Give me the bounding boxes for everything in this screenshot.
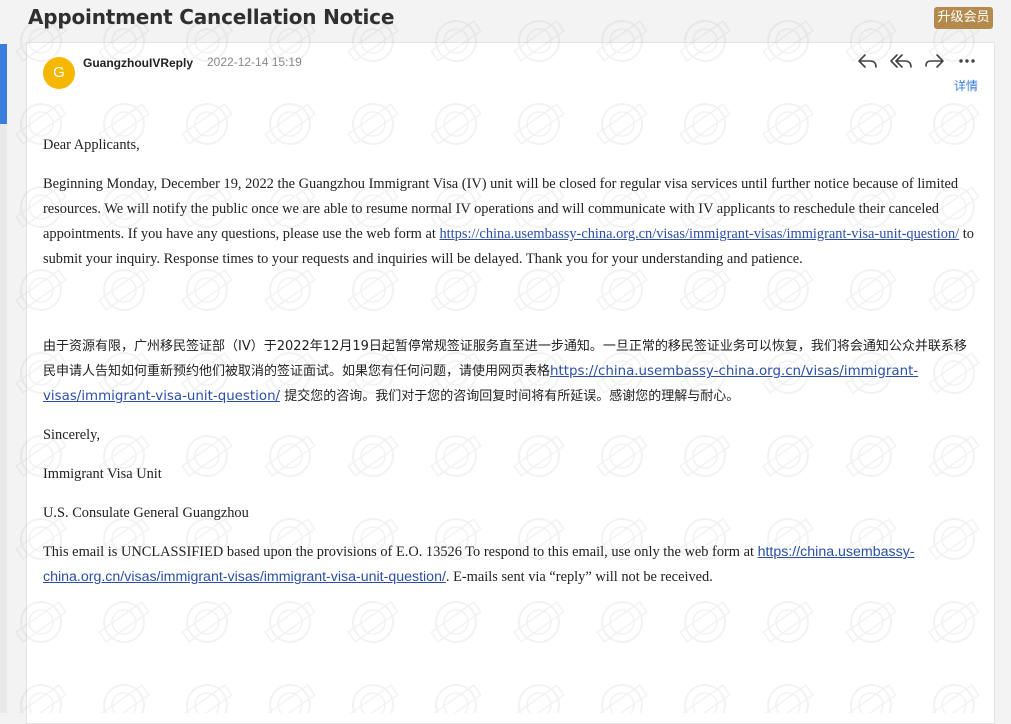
- email-actions: [857, 51, 978, 71]
- left-accent-bar: [0, 44, 7, 124]
- signature-consulate: U.S. Consulate General Guangzhou: [43, 505, 249, 521]
- more-icon[interactable]: [956, 51, 978, 71]
- email-card: G GuangzhouIVReply 2022-12-14 15:19 详情 D…: [26, 42, 995, 724]
- reply-all-icon[interactable]: [890, 51, 912, 71]
- reply-icon[interactable]: [857, 51, 879, 71]
- email-subject: Appointment Cancellation Notice: [28, 5, 395, 29]
- title-bar: Appointment Cancellation Notice 升级会员: [0, 0, 1011, 40]
- greeting: Dear Applicants,: [43, 137, 140, 153]
- chinese-paragraph: 由于资源有限，广州移民签证部（IV）于2022年12月19日起暂停常规签证服务直…: [43, 339, 967, 404]
- closing: Sincerely,: [43, 427, 101, 443]
- avatar: G: [43, 57, 75, 89]
- upgrade-membership-button[interactable]: 升级会员: [934, 7, 993, 29]
- email-date: 2022-12-14 15:19: [207, 55, 302, 69]
- sender-name[interactable]: GuangzhouIVReply: [83, 56, 193, 70]
- signature-unit: Immigrant Visa Unit: [43, 466, 162, 482]
- forward-icon[interactable]: [923, 51, 945, 71]
- details-link[interactable]: 详情: [954, 77, 978, 94]
- left-scroll-strip: [0, 124, 7, 713]
- english-paragraph: Beginning Monday, December 19, 2022 the …: [43, 176, 974, 267]
- email-body: Dear Applicants, Beginning Monday, Decem…: [43, 133, 978, 590]
- footer-notice: This email is UNCLASSIFIED based upon th…: [43, 544, 915, 585]
- question-form-link[interactable]: https://china.usembassy-china.org.cn/vis…: [439, 226, 959, 242]
